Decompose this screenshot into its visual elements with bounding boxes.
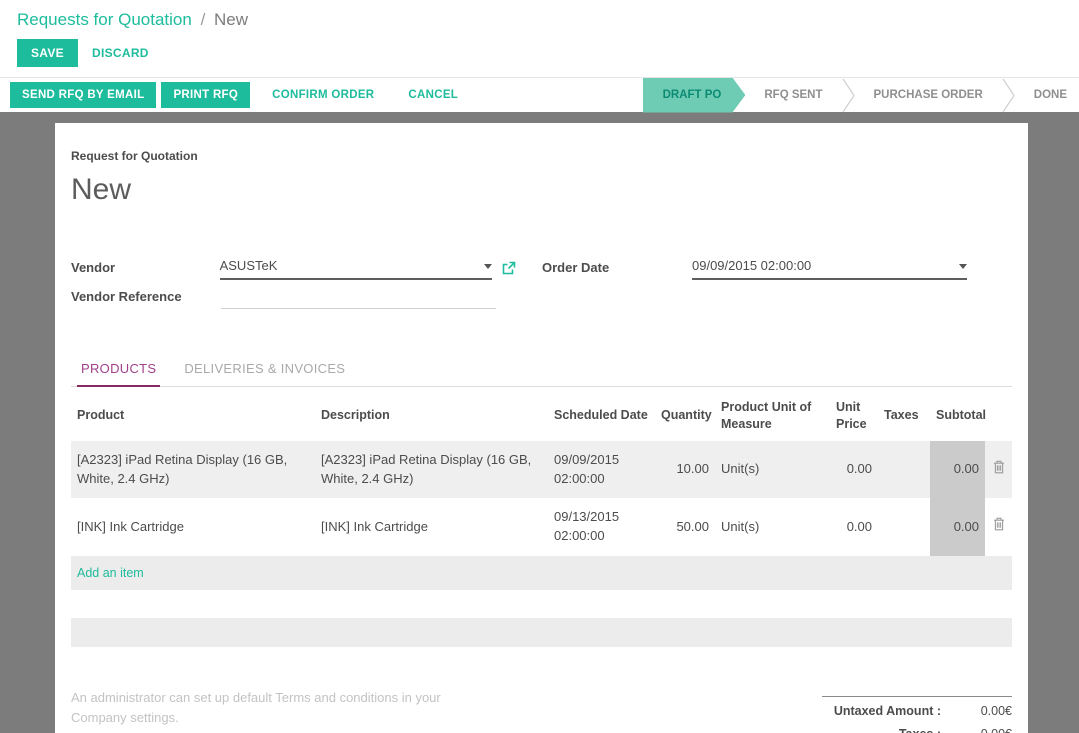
record-action-row: SAVE DISCARD: [17, 39, 1062, 77]
status-step-done[interactable]: DONE: [1015, 78, 1079, 113]
taxes-value: 0.00€: [950, 727, 1012, 733]
col-header-subtotal[interactable]: Subtotal: [930, 391, 985, 441]
save-button[interactable]: SAVE: [17, 39, 78, 67]
terms-notes-textarea[interactable]: [71, 688, 493, 733]
cell-taxes[interactable]: [878, 441, 930, 499]
vendor-reference-label: Vendor Reference: [71, 289, 221, 309]
cell-uom[interactable]: Unit(s): [715, 441, 830, 499]
cancel-button[interactable]: CANCEL: [391, 82, 475, 108]
step-separator-chevron-icon: [842, 78, 855, 113]
status-step-label: PURCHASE ORDER: [874, 89, 983, 101]
order-date-field[interactable]: 09/09/2015 02:00:00: [692, 258, 967, 280]
cell-unit-price[interactable]: 0.00: [830, 441, 878, 499]
status-step-label: DONE: [1034, 89, 1067, 101]
trash-icon[interactable]: [993, 517, 1005, 531]
col-header-quantity[interactable]: Quantity: [655, 391, 715, 441]
status-bar: DRAFT PO RFQ SENT PURCHASE ORDER DONE: [643, 78, 1079, 113]
vendor-field[interactable]: ASUSTeK: [220, 258, 492, 280]
cell-uom[interactable]: Unit(s): [715, 498, 830, 556]
breadcrumb: Requests for Quotation / New: [17, 10, 1062, 30]
step-separator-chevron-icon: [1002, 78, 1015, 113]
taxes-label: Taxes :: [822, 727, 950, 733]
status-step-purchase-order[interactable]: PURCHASE ORDER: [855, 78, 1002, 113]
col-header-scheduled-date[interactable]: Scheduled Date: [548, 391, 655, 441]
vendor-label: Vendor: [71, 260, 220, 280]
vendor-reference-value[interactable]: [221, 288, 496, 304]
status-step-rfq-sent[interactable]: RFQ SENT: [745, 78, 841, 113]
status-step-draft-po[interactable]: DRAFT PO: [643, 78, 746, 113]
tab-products[interactable]: PRODUCTS: [77, 353, 160, 387]
discard-button[interactable]: DISCARD: [78, 39, 163, 67]
add-an-item-row[interactable]: Add an item: [71, 556, 1012, 590]
top-bar: Requests for Quotation / New SAVE DISCAR…: [0, 0, 1079, 77]
cell-scheduled-date[interactable]: 09/13/2015 02:00:00: [548, 498, 655, 556]
cell-description[interactable]: [A2323] iPad Retina Display (16 GB, Whit…: [315, 441, 548, 499]
breadcrumb-separator: /: [197, 10, 210, 29]
terms-notes-area: [71, 688, 497, 733]
cell-description[interactable]: [INK] Ink Cartridge: [315, 498, 548, 556]
empty-section-bar: [71, 618, 1012, 647]
status-step-label: RFQ SENT: [764, 89, 822, 101]
cell-actions: [985, 498, 1012, 556]
vendor-value[interactable]: ASUSTeK: [220, 258, 480, 274]
col-header-unit-price[interactable]: Unit Price: [830, 391, 878, 441]
cell-quantity[interactable]: 10.00: [655, 441, 715, 499]
chevron-down-icon[interactable]: [484, 264, 492, 269]
col-header-product[interactable]: Product: [71, 391, 315, 441]
print-rfq-button[interactable]: PRINT RFQ: [161, 82, 250, 108]
col-header-uom[interactable]: Product Unit of Measure: [715, 391, 830, 441]
vendor-reference-field[interactable]: [221, 288, 496, 309]
cell-subtotal: 0.00: [930, 441, 985, 499]
order-date-value[interactable]: 09/09/2015 02:00:00: [692, 258, 955, 274]
untaxed-amount-label: Untaxed Amount :: [822, 704, 950, 718]
table-header-row: Product Description Scheduled Date Quant…: [71, 391, 1012, 441]
taxes-row: Taxes : 0.00€: [822, 722, 1012, 733]
col-header-actions: [985, 391, 1012, 441]
cell-product[interactable]: [INK] Ink Cartridge: [71, 498, 315, 556]
workflow-toolbar: SEND RFQ BY EMAIL PRINT RFQ CONFIRM ORDE…: [0, 77, 1079, 112]
table-row[interactable]: [INK] Ink Cartridge [INK] Ink Cartridge …: [71, 498, 1012, 556]
tab-deliveries-invoices[interactable]: DELIVERIES & INVOICES: [180, 353, 349, 386]
cell-subtotal: 0.00: [930, 498, 985, 556]
cell-taxes[interactable]: [878, 498, 930, 556]
untaxed-amount-value: 0.00€: [950, 704, 1012, 718]
field-group: Vendor ASUSTeK Vendor Reference: [71, 253, 1012, 311]
order-date-label: Order Date: [542, 260, 692, 280]
footer-section: Untaxed Amount : 0.00€ Taxes : 0.00€ Tot…: [71, 688, 1012, 733]
form-sheet: Request for Quotation New Vendor ASUSTeK: [55, 123, 1028, 733]
totals-block: Untaxed Amount : 0.00€ Taxes : 0.00€ Tot…: [822, 696, 1012, 733]
send-rfq-by-email-button[interactable]: SEND RFQ BY EMAIL: [10, 82, 156, 108]
confirm-order-button[interactable]: CONFIRM ORDER: [255, 82, 391, 108]
chevron-down-icon[interactable]: [959, 264, 967, 269]
breadcrumb-parent-link[interactable]: Requests for Quotation: [17, 10, 192, 29]
page-title: New: [71, 173, 1012, 207]
trash-icon[interactable]: [993, 460, 1005, 474]
notebook-tabs: PRODUCTS DELIVERIES & INVOICES: [71, 353, 1012, 387]
order-lines-table: Product Description Scheduled Date Quant…: [71, 391, 1012, 590]
untaxed-amount-row: Untaxed Amount : 0.00€: [822, 696, 1012, 722]
external-link-icon[interactable]: [501, 261, 516, 276]
cell-scheduled-date[interactable]: 09/09/2015 02:00:00: [548, 441, 655, 499]
cell-unit-price[interactable]: 0.00: [830, 498, 878, 556]
document-type-label: Request for Quotation: [71, 149, 1012, 163]
cell-product[interactable]: [A2323] iPad Retina Display (16 GB, Whit…: [71, 441, 315, 499]
breadcrumb-current: New: [214, 10, 248, 29]
table-row[interactable]: [A2323] iPad Retina Display (16 GB, Whit…: [71, 441, 1012, 499]
main-content-area: Request for Quotation New Vendor ASUSTeK: [0, 112, 1079, 733]
col-header-description[interactable]: Description: [315, 391, 548, 441]
add-an-item-link[interactable]: Add an item: [71, 556, 1012, 590]
cell-actions: [985, 441, 1012, 499]
status-step-label: DRAFT PO: [663, 89, 722, 101]
cell-quantity[interactable]: 50.00: [655, 498, 715, 556]
col-header-taxes[interactable]: Taxes: [878, 391, 930, 441]
